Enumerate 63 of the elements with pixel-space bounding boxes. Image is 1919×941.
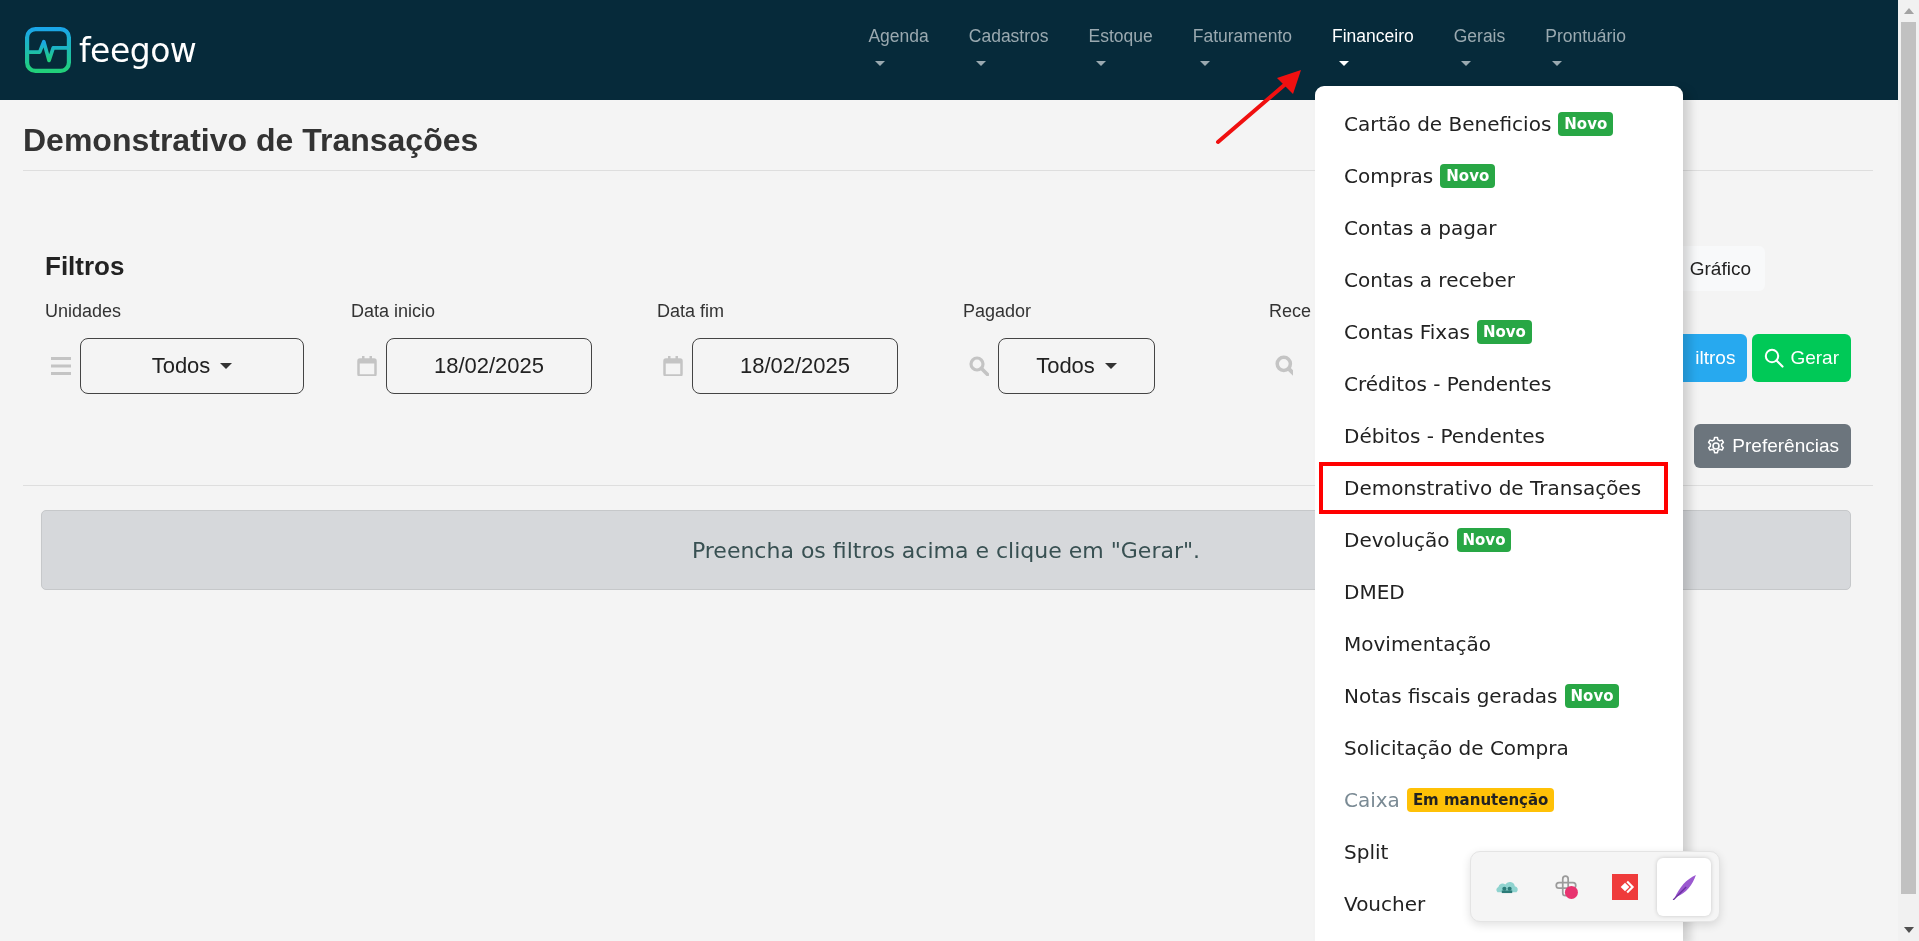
knot-icon [1552,873,1579,900]
search-icon [1764,348,1785,368]
date-field[interactable]: 18/02/2025 [386,338,592,394]
scroll-up-icon[interactable] [1903,8,1914,14]
menu-item[interactable]: Compras Novo [1315,150,1502,202]
menu-item[interactable]: Devolução Novo [1315,514,1518,566]
logo-icon [25,27,71,73]
caret-icon [875,61,886,66]
badge: Em manutenção [1406,788,1555,812]
menu-item[interactable]: Contas a pagar [1315,202,1503,254]
section-title: Filtros [45,250,126,282]
menu-item[interactable]: Cartão de Beneficios Novo [1315,98,1620,150]
menu-item[interactable]: Demonstrativo de Transações [1319,462,1668,514]
nav-menu-item[interactable]: Faturamento [1192,26,1292,66]
search-icon [1275,355,1293,377]
dropdown-field[interactable]: Todos [80,338,304,394]
field-label: Pagador [963,300,1033,323]
menu-item[interactable]: Contas a receber [1315,254,1521,306]
field-label: Data inicio [351,300,437,323]
menu-item[interactable]: Split [1315,826,1395,878]
menu-item[interactable]: Créditos - Pendentes [1315,358,1558,410]
toolbar-button[interactable] [1656,857,1711,916]
caret-icon [1339,61,1349,66]
caret-icon [1104,363,1117,369]
list-icon [51,356,71,376]
nav-menu-item[interactable]: Prontuário [1545,26,1626,66]
caret-icon [975,61,986,66]
menu-item[interactable]: Voucher [1315,878,1432,930]
caret-icon [1552,61,1563,66]
nav-menu-item[interactable]: Financeiro [1332,26,1414,66]
badge: Novo [1440,164,1496,188]
date-field[interactable]: 18/02/2025 [692,338,898,394]
menu-item[interactable]: Débitos - Pendentes [1315,410,1551,462]
menu-item[interactable]: Contas Fixas Novo [1315,306,1538,358]
dropdown-field[interactable]: Todos [998,338,1155,394]
button[interactable]: Preferências [1694,424,1851,468]
nav-menu-item[interactable]: Agenda [868,26,929,66]
search-icon [969,356,989,376]
feather-icon [1670,873,1697,900]
menu-item[interactable]: Solicitação de Compra [1315,722,1575,774]
calendar-icon [357,356,377,376]
field-label: Rece [1269,300,1312,323]
nav-menu-item[interactable]: Gerais [1453,26,1506,66]
field-label: Unidades [45,300,123,323]
field-label: Data fim [657,300,726,323]
caret-icon [1199,61,1210,66]
badge: Novo [1558,112,1614,136]
caret-icon [220,363,233,369]
scroll-down-icon[interactable] [1903,927,1914,933]
calendar-icon [663,356,683,376]
page-title: Demonstrativo de Transações [23,121,479,160]
badge: Novo [1564,684,1620,708]
logo-text: feegow [79,30,197,70]
caret-icon [1460,61,1471,66]
nav-menu-item[interactable]: Estoque [1088,26,1153,66]
badge: Novo [1476,320,1532,344]
badge: Novo [1456,528,1512,552]
menu-item[interactable]: Movimentação [1315,618,1497,670]
caret-icon [1095,61,1106,66]
scrollbar-thumb[interactable] [1901,22,1916,894]
nav-menu-item[interactable]: Cadastros [968,26,1049,66]
menu-item[interactable]: Notas fiscais geradas Novo [1315,670,1626,722]
settings-icon [1706,436,1727,456]
